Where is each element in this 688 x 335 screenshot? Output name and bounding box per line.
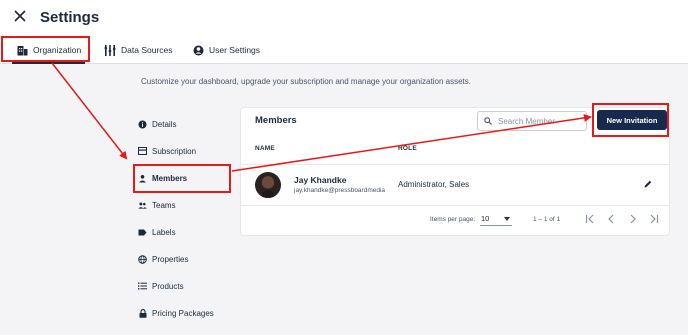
last-page-icon[interactable]	[648, 213, 660, 225]
sidenav-item-subscription[interactable]: Subscription	[138, 142, 232, 160]
sidenav-item-labels[interactable]: Labels	[138, 223, 232, 241]
caret-down-icon	[504, 217, 510, 221]
sidenav-label: Members	[152, 173, 188, 183]
previous-page-icon[interactable]	[605, 213, 617, 225]
pencil-icon[interactable]	[643, 179, 653, 189]
divider	[241, 205, 669, 206]
globe-icon	[138, 254, 147, 264]
search-member-input[interactable]	[498, 116, 578, 126]
group-icon	[138, 201, 147, 210]
sidenav-label: Subscription	[152, 146, 197, 156]
label-icon	[138, 228, 147, 237]
page-title: Settings	[40, 9, 100, 26]
tab-user-settings-label: User Settings	[209, 45, 261, 55]
table-row[interactable]: Jay Khandke jay.khandke@pressboardmedia …	[241, 165, 669, 205]
tab-organization[interactable]: Organization	[11, 36, 86, 64]
members-card: Members New Invitation NAME ROLE Jay Kha…	[241, 108, 669, 235]
sidenav-label: Teams	[152, 200, 176, 210]
first-page-icon[interactable]	[584, 213, 596, 225]
items-per-page-select[interactable]: 10	[480, 212, 512, 226]
sidenav-item-pricing-packages[interactable]: Pricing Packages	[138, 304, 232, 322]
search-member-box[interactable]	[477, 111, 587, 131]
page-subtitle: Customize your dashboard, upgrade your s…	[141, 77, 471, 86]
top-bar: Settings	[0, 0, 688, 36]
member-role: Administrator, Sales	[398, 180, 470, 189]
lock-icon	[138, 308, 147, 318]
tab-data-sources-label: Data Sources	[121, 45, 173, 55]
member-email: jay.khandke@pressboardmedia	[294, 187, 386, 194]
sidenav-label: Pricing Packages	[152, 308, 214, 318]
sidenav-label: Labels	[152, 227, 176, 237]
sidenav-item-properties[interactable]: Properties	[138, 250, 232, 268]
sidenav-label: Properties	[152, 254, 189, 264]
sidenav-item-details[interactable]: Details	[138, 115, 232, 133]
items-per-page-label: Items per page:	[430, 216, 476, 223]
card-icon	[138, 147, 147, 156]
tab-data-sources[interactable]: Data Sources	[104, 36, 173, 64]
sidenav-label: Details	[152, 119, 177, 129]
column-header-role[interactable]: ROLE	[398, 145, 417, 152]
grid-dots-icon	[104, 44, 116, 56]
sidenav-item-products[interactable]: Products	[138, 277, 232, 295]
sidenav-item-members[interactable]: Members	[138, 169, 232, 187]
page-range-label: 1 – 1 of 1	[533, 216, 561, 223]
annotation-arrow	[51, 62, 128, 160]
tab-organization-label: Organization	[33, 45, 82, 55]
paginator: Items per page: 10 1 – 1 of 1	[241, 210, 669, 230]
close-icon[interactable]	[12, 8, 28, 24]
list-icon	[138, 282, 147, 291]
search-icon	[484, 117, 492, 125]
person-icon	[138, 174, 147, 183]
user-circle-icon	[192, 44, 204, 56]
info-icon	[138, 120, 147, 129]
members-title: Members	[255, 115, 297, 126]
sidenav-item-teams[interactable]: Teams	[138, 196, 232, 214]
member-name: Jay Khandke	[294, 175, 347, 185]
building-icon	[16, 44, 28, 56]
next-page-icon[interactable]	[627, 213, 639, 225]
avatar	[255, 172, 281, 198]
column-header-name[interactable]: NAME	[255, 145, 275, 152]
new-invitation-button[interactable]: New Invitation	[597, 110, 667, 130]
items-per-page-value: 10	[481, 214, 490, 223]
tab-bar: Organization Data Sources User Settings	[0, 36, 688, 64]
tab-user-settings[interactable]: User Settings	[192, 36, 260, 64]
sidenav-label: Products	[152, 281, 184, 291]
